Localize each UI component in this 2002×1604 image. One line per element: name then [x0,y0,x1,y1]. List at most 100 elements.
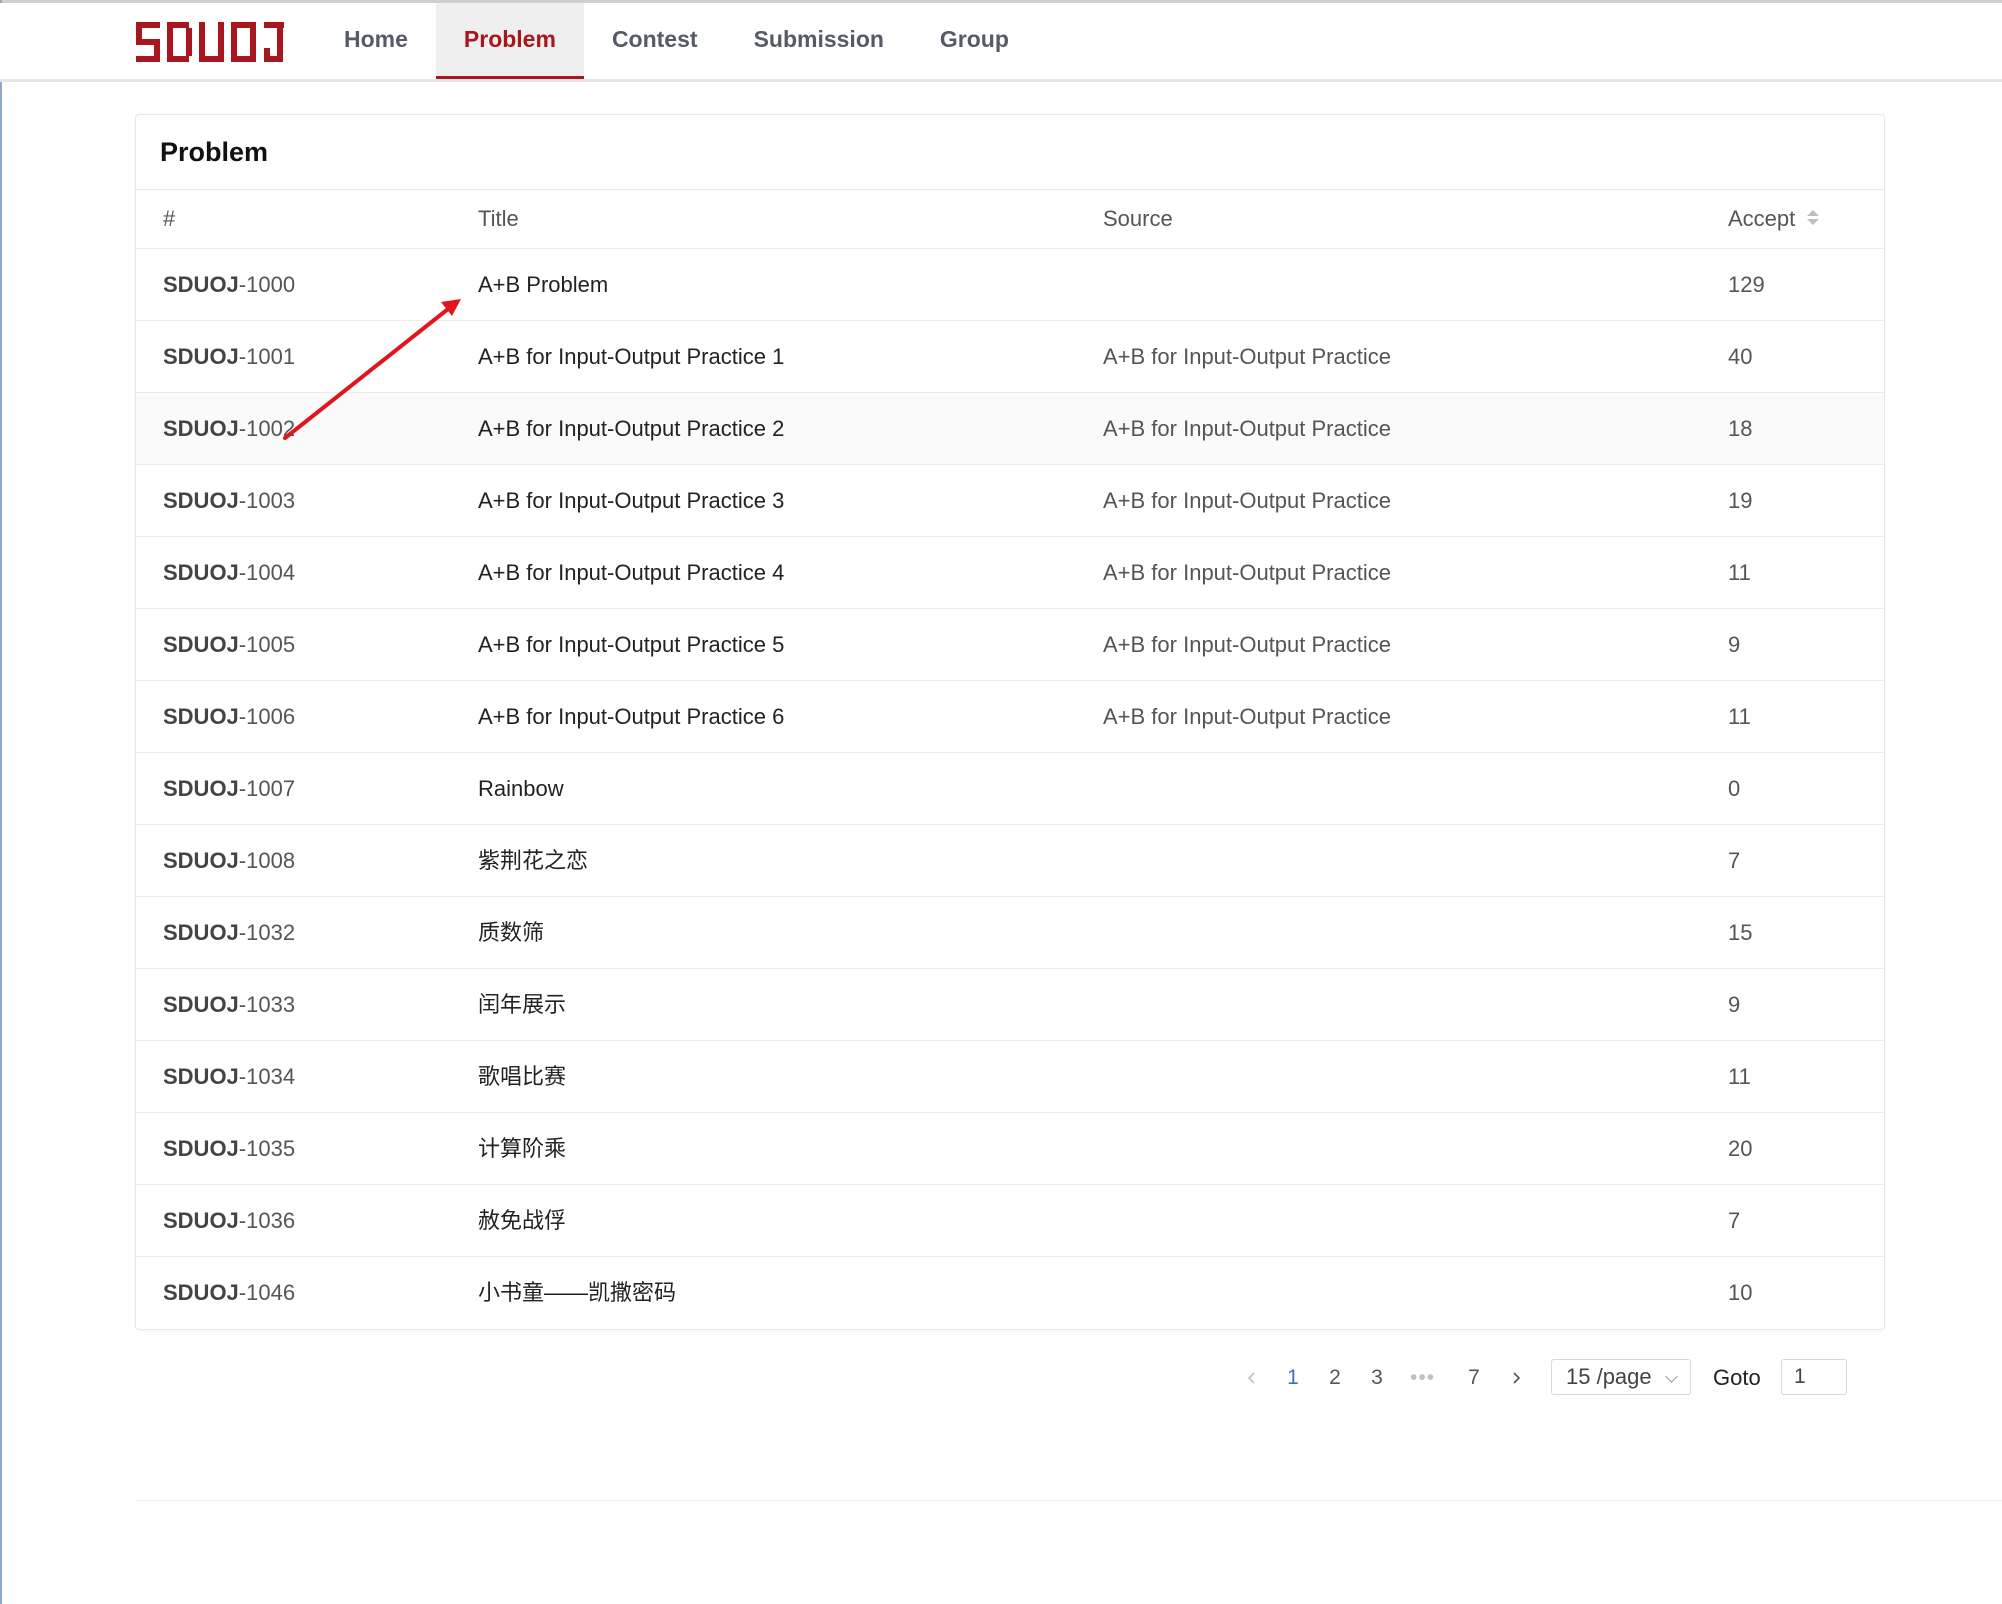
problem-id[interactable]: SDUOJ-1035 [163,1113,295,1184]
problem-source: A+B for Input-Output Practice [1103,704,1391,729]
problem-id[interactable]: SDUOJ-1033 [163,969,295,1040]
problem-id[interactable]: SDUOJ-1006 [163,681,295,752]
problem-title-link[interactable]: 赦免战俘 [478,1185,566,1256]
page-size-label: 15 /page [1566,1364,1652,1389]
table-row[interactable]: SDUOJ-1006 A+B for Input-Output Practice … [136,681,1884,753]
problem-title-link[interactable]: A+B for Input-Output Practice 2 [478,393,784,464]
problem-title-link[interactable]: 计算阶乘 [478,1113,566,1184]
sort-icon[interactable] [1807,210,1820,226]
table-row[interactable]: SDUOJ-1034 歌唱比赛 11 [136,1041,1884,1113]
column-header-id: # [163,206,176,231]
problem-id-number: -1007 [238,776,296,801]
table-row[interactable]: SDUOJ-1003 A+B for Input-Output Practice … [136,465,1884,537]
problem-accept-count: 129 [1728,272,1765,297]
table-row[interactable]: SDUOJ-1008 紫荆花之恋 7 [136,825,1884,897]
nav-contest[interactable]: Contest [584,3,726,79]
table-row[interactable]: SDUOJ-1001 A+B for Input-Output Practice … [136,321,1884,393]
problem-id-prefix: SDUOJ [163,776,239,801]
table-row[interactable]: SDUOJ-1035 计算阶乘 20 [136,1113,1884,1185]
problem-id-prefix: SDUOJ [163,416,239,441]
problem-id[interactable]: SDUOJ-1002 [163,393,295,464]
problem-id[interactable]: SDUOJ-1004 [163,537,295,608]
problem-id-number: -1004 [238,560,296,585]
problem-accept-count: 11 [1728,704,1751,729]
page-size-select[interactable]: 15 /page [1551,1359,1691,1395]
problem-id-prefix: SDUOJ [163,1208,239,1233]
problem-title-link[interactable]: 闰年展示 [478,969,566,1040]
problem-id-prefix: SDUOJ [163,632,239,657]
problem-id-number: -1005 [238,632,296,657]
problem-id[interactable]: SDUOJ-1007 [163,753,295,824]
table-row[interactable]: SDUOJ-1005 A+B for Input-Output Practice … [136,609,1884,681]
problem-accept-count: 10 [1728,1280,1753,1305]
problem-id[interactable]: SDUOJ-1046 [163,1257,295,1328]
prev-page-icon[interactable] [1240,1360,1264,1396]
problem-id[interactable]: SDUOJ-1032 [163,897,295,968]
problem-id[interactable]: SDUOJ-1001 [163,321,295,392]
problem-id-prefix: SDUOJ [163,344,239,369]
problem-id[interactable]: SDUOJ-1005 [163,609,295,680]
problem-id-number: -1008 [238,848,296,873]
problem-id-prefix: SDUOJ [163,272,239,297]
table-row[interactable]: SDUOJ-1004 A+B for Input-Output Practice … [136,537,1884,609]
page-7[interactable]: 7 [1462,1360,1486,1396]
top-navbar: Home Problem Contest Submission Group [0,3,2002,82]
page-1[interactable]: 1 [1281,1360,1305,1396]
problem-id-number: -1000 [238,272,296,297]
table-row[interactable]: SDUOJ-1036 赦免战俘 7 [136,1185,1884,1257]
next-page-icon[interactable] [1504,1360,1528,1396]
problem-id-prefix: SDUOJ [163,992,239,1017]
problem-id-number: -1003 [238,488,296,513]
problem-title-link[interactable]: A+B for Input-Output Practice 1 [478,321,784,392]
problem-accept-count: 9 [1728,992,1741,1017]
nav-problem[interactable]: Problem [435,3,584,79]
nav-group[interactable]: Group [912,3,1037,79]
problem-id-number: -1006 [238,704,296,729]
problem-accept-count: 18 [1728,416,1753,441]
problem-accept-count: 15 [1728,920,1753,945]
problem-title-link[interactable]: 小书童——凯撒密码 [478,1257,676,1328]
problem-source: A+B for Input-Output Practice [1103,488,1391,513]
problem-title-link[interactable]: 歌唱比赛 [478,1041,566,1112]
problem-id-prefix: SDUOJ [163,1280,239,1305]
problem-id[interactable]: SDUOJ-1034 [163,1041,295,1112]
problem-id[interactable]: SDUOJ-1008 [163,825,295,896]
problem-title-link[interactable]: A+B Problem [478,249,608,320]
problem-title-link[interactable]: A+B for Input-Output Practice 3 [478,465,784,536]
problem-title-link[interactable]: A+B for Input-Output Practice 6 [478,681,784,752]
page-2[interactable]: 2 [1323,1360,1347,1396]
table-row[interactable]: SDUOJ-1000 A+B Problem 129 [136,249,1884,321]
problem-id[interactable]: SDUOJ-1003 [163,465,295,536]
problem-id-prefix: SDUOJ [163,920,239,945]
problem-title-link[interactable]: 紫荆花之恋 [478,825,588,896]
nav-home[interactable]: Home [316,3,436,79]
table-row[interactable]: SDUOJ-1046 小书童——凯撒密码 10 [136,1257,1884,1328]
problem-accept-count: 11 [1728,560,1751,585]
footer-divider [135,1500,2002,1501]
problem-id[interactable]: SDUOJ-1000 [163,249,295,320]
sduoj-logo[interactable] [136,20,284,64]
problem-accept-count: 0 [1728,776,1741,801]
problem-id[interactable]: SDUOJ-1036 [163,1185,295,1256]
problem-accept-count: 19 [1728,488,1753,513]
problem-title-link[interactable]: A+B for Input-Output Practice 5 [478,609,784,680]
table-row[interactable]: SDUOJ-1032 质数筛 15 [136,897,1884,969]
problem-id-number: -1001 [238,344,296,369]
table-row[interactable]: SDUOJ-1033 闰年展示 9 [136,969,1884,1041]
problem-id-prefix: SDUOJ [163,1136,239,1161]
table-row[interactable]: SDUOJ-1002 A+B for Input-Output Practice … [136,393,1884,465]
page-ellipsis[interactable]: ••• [1410,1360,1435,1396]
goto-page-input[interactable] [1781,1359,1847,1395]
table-row[interactable]: SDUOJ-1007 Rainbow 0 [136,753,1884,825]
problem-accept-count: 7 [1728,848,1741,873]
nav-submission[interactable]: Submission [726,3,912,79]
problem-title-link[interactable]: 质数筛 [478,897,544,968]
problem-id-number: -1002 [238,416,296,441]
table-header: # Title Source Accept [136,190,1884,249]
problem-title-link[interactable]: A+B for Input-Output Practice 4 [478,537,784,608]
column-header-accept[interactable]: Accept [1728,190,1820,248]
chevron-down-icon [1665,1370,1678,1383]
page-3[interactable]: 3 [1365,1360,1389,1396]
problem-id-prefix: SDUOJ [163,848,239,873]
problem-title-link[interactable]: Rainbow [478,753,564,824]
